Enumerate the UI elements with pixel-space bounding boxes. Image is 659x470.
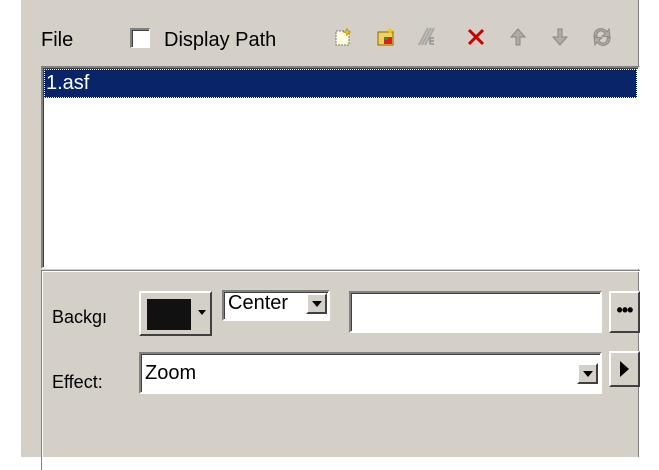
toolbar: File Display Path — [21, 0, 640, 66]
delete-button[interactable] — [462, 22, 490, 52]
refresh-button[interactable] — [588, 22, 616, 52]
browse-button[interactable]: ••• — [609, 291, 640, 333]
chevron-down-icon — [583, 371, 593, 377]
list-item[interactable]: 1.asf — [44, 69, 637, 98]
display-path-checkbox[interactable] — [130, 28, 150, 48]
new-file-icon — [335, 27, 352, 46]
file-list[interactable]: 1.asf — [41, 66, 640, 269]
settings-panel: Backgı Center ••• Effect: Zoom — [41, 270, 640, 470]
effect-value: Zoom — [145, 362, 197, 384]
chevron-down-icon — [312, 301, 322, 307]
move-down-button[interactable] — [546, 22, 574, 52]
open-folder-icon — [377, 27, 394, 46]
delete-icon — [467, 28, 485, 46]
path-input[interactable] — [349, 291, 602, 333]
effect-select[interactable]: Zoom — [139, 352, 602, 394]
play-icon — [620, 361, 629, 377]
edit-button[interactable] — [414, 22, 442, 52]
effect-dropdown-button[interactable] — [577, 363, 598, 384]
add-files-button[interactable] — [372, 22, 400, 52]
new-file-button[interactable] — [329, 22, 357, 52]
file-panel: File Display Path 1.asf Backgı Center ••… — [20, 0, 640, 470]
move-up-button[interactable] — [504, 22, 532, 52]
refresh-icon — [593, 27, 611, 47]
move-up-icon — [509, 28, 527, 46]
chevron-down-icon — [198, 310, 206, 315]
alignment-select[interactable]: Center — [222, 290, 330, 321]
color-swatch — [147, 299, 191, 330]
alignment-value: Center — [228, 292, 289, 314]
alignment-dropdown-button[interactable] — [306, 293, 327, 314]
play-button[interactable] — [609, 351, 640, 387]
move-down-icon — [551, 28, 569, 46]
effect-label: Effect: — [52, 372, 103, 392]
edit-icon — [418, 27, 435, 46]
file-label: File — [41, 29, 74, 51]
browse-label: ••• — [616, 300, 634, 320]
display-path-label[interactable]: Display Path — [164, 29, 276, 52]
background-color-picker[interactable] — [139, 291, 212, 336]
background-label: Backgı — [52, 307, 108, 327]
